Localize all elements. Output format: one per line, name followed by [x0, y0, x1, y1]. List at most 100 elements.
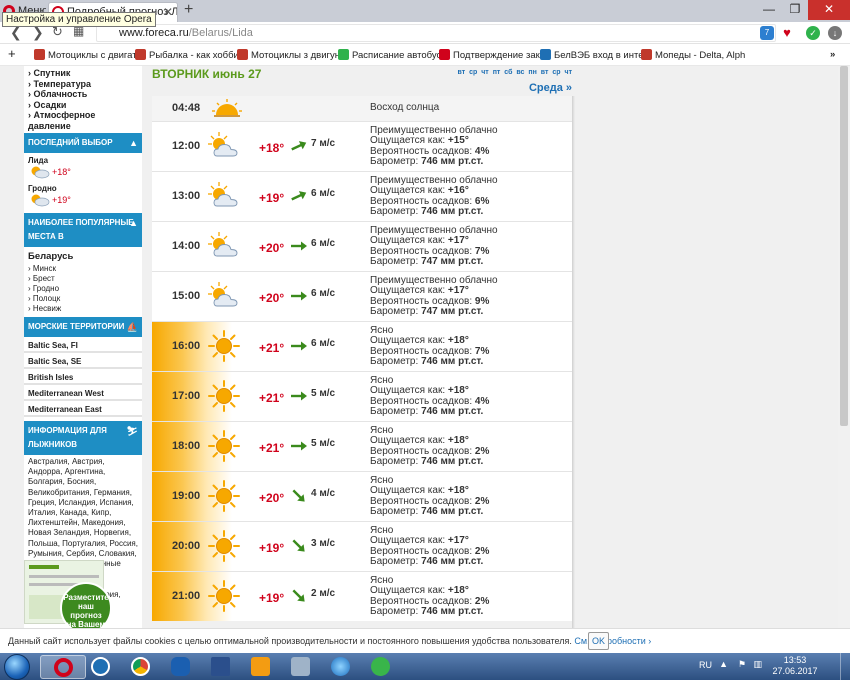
check-icon[interactable]: ✓ — [806, 26, 820, 40]
hour-wind: 3 м/с — [311, 538, 336, 549]
hour-wind: 7 м/с — [311, 138, 336, 149]
network-icon[interactable]: ▥ — [753, 659, 762, 670]
flag-icon[interactable]: ⚑ — [738, 659, 746, 670]
hour-time: 13:00 — [172, 190, 201, 202]
promo-widget[interactable]: Разместите наш прогноз на Вашем — [16, 560, 128, 628]
forecast-row: 14:00 +20° 6 м/с Преимущественно облачно Ощу… — [152, 221, 572, 271]
sea-item[interactable]: Mediterranean East — [24, 401, 142, 417]
next-day-link[interactable]: Среда » — [529, 82, 572, 94]
link-precip[interactable]: Осадки — [28, 100, 138, 111]
recent-city-row[interactable]: +18° — [24, 165, 142, 181]
day-link[interactable]: вт — [458, 69, 466, 76]
day-link[interactable]: чт — [481, 69, 489, 76]
sunrise-label: Восход солнца — [370, 102, 440, 113]
sea-item[interactable]: Mediterranean West — [24, 385, 142, 401]
sun-icon — [208, 380, 240, 412]
day-link[interactable]: пт — [493, 69, 501, 76]
url-field[interactable]: www.foreca.ru/Belarus/Lida — [96, 24, 776, 42]
close-window-button[interactable]: ✕ — [808, 0, 850, 20]
bookmark-item[interactable]: Мотоциклы с двигат — [34, 49, 137, 61]
day-link[interactable]: вт — [541, 69, 549, 76]
add-bookmark-icon[interactable]: + — [8, 46, 16, 61]
link-temperature[interactable]: Температура — [28, 79, 138, 90]
day-link[interactable]: вс — [516, 69, 524, 76]
day-link[interactable]: ср — [552, 69, 560, 76]
tray-arrow-icon[interactable]: ▲ — [719, 659, 728, 669]
scrollbar-thumb[interactable] — [840, 66, 848, 426]
link-clouds[interactable]: Облачность — [28, 89, 138, 100]
tab-close-icon[interactable]: ✕ — [163, 3, 173, 21]
vpn-badge-icon[interactable]: 7 — [760, 26, 774, 40]
moped-icon — [641, 49, 652, 60]
chrome-icon — [131, 657, 150, 676]
bookmark-label: Рыбалка - как хобби — [149, 50, 239, 61]
country-name[interactable]: Беларусь — [24, 247, 142, 264]
chevron-up-icon[interactable]: ▲ — [129, 216, 138, 230]
bookmark-item[interactable]: БелВЭБ вход в инте — [540, 49, 644, 61]
hour-details: Преимущественно облачно Ощущается как: +1… — [370, 275, 498, 317]
more-bookmarks-icon[interactable]: » — [830, 49, 835, 60]
app-icon — [291, 657, 310, 676]
bookmark-item[interactable]: Мопеды - Delta, Alph — [641, 49, 745, 61]
hour-temp: +19° — [259, 191, 285, 205]
partly-cloudy-icon — [208, 232, 238, 257]
restore-button[interactable]: ❐ — [782, 0, 808, 20]
ski-header: ИНФОРМАЦИЯ ДЛЯ ЛЫЖНИКОВ ⛷ — [24, 421, 142, 455]
baro-value: 746 мм рт.ст. — [421, 505, 484, 517]
sun-icon — [208, 480, 240, 512]
minimize-button[interactable]: — — [756, 0, 782, 20]
language-indicator[interactable]: RU — [699, 660, 712, 670]
clock[interactable]: 13:53 27.06.2017 — [770, 655, 820, 677]
chevron-up-icon[interactable]: ▲ — [129, 136, 138, 150]
city-link[interactable]: Минск — [28, 264, 138, 274]
page-scrollbar[interactable] — [838, 66, 850, 628]
hour-wind: 6 м/с — [311, 338, 336, 349]
baro-label: Барометр: — [370, 505, 419, 517]
promo-badge[interactable]: Разместите наш прогноз на Вашем — [60, 582, 112, 628]
forecast-row: 15:00 +20° 6 м/с Преимущественно облачно Ощу… — [152, 271, 572, 321]
clock-date: 27.06.2017 — [772, 666, 818, 676]
new-tab-button[interactable]: + — [184, 1, 193, 19]
baro-label: Барометр: — [370, 255, 419, 267]
hour-time: 19:00 — [172, 490, 201, 502]
heart-icon[interactable]: ♥ — [780, 26, 794, 40]
day-link[interactable]: пн — [528, 69, 536, 76]
partly-cloudy-icon — [208, 282, 238, 307]
baro-line: Барометр: 746 мм рт.ст. — [370, 356, 489, 367]
sea-item[interactable]: Baltic Sea, SE — [24, 353, 142, 369]
download-icon[interactable]: ↓ — [828, 26, 842, 40]
page-content: Спутник Температура Облачность Осадки Ат… — [0, 66, 838, 628]
bookmark-item[interactable]: Мотоциклы з двигун — [237, 49, 340, 61]
day-link[interactable]: чт — [565, 69, 573, 76]
hour-wind: 5 м/с — [311, 388, 336, 399]
link-pressure[interactable]: Атмосферное давление — [28, 110, 138, 131]
hour-time: 21:00 — [172, 590, 201, 602]
hour-details: Ясно Ощущается как: +18° Вероятность осадк… — [370, 425, 489, 467]
sea-item[interactable]: Baltic Sea, FI — [24, 337, 142, 353]
recent-city-name[interactable]: Лида — [24, 153, 142, 165]
city-link[interactable]: Гродно — [28, 284, 138, 294]
bookmark-item[interactable]: Расписание автобус — [338, 49, 441, 61]
cookie-details-link[interactable]: См. подробности › — [574, 636, 651, 646]
recent-city-name[interactable]: Гродно — [24, 181, 142, 193]
city-link[interactable]: Брест — [28, 274, 138, 284]
wind-arrow-icon — [291, 191, 307, 201]
day-link[interactable]: сб — [504, 69, 512, 76]
city-link[interactable]: Полоцк — [28, 294, 138, 304]
show-desktop-button[interactable] — [840, 653, 850, 680]
bookmark-item[interactable]: Рыбалка - как хобби — [135, 49, 239, 61]
popular-cities: Минск Брест Гродно Полоцк Несвиж — [24, 264, 142, 317]
taskbar-green-app[interactable] — [358, 655, 404, 679]
start-button[interactable] — [4, 654, 30, 680]
baro-value: 746 мм рт.ст. — [421, 155, 484, 167]
wind-arrow-icon — [291, 291, 307, 301]
cookie-ok-button[interactable]: OK — [588, 632, 609, 650]
link-satellite[interactable]: Спутник — [28, 68, 138, 79]
city-link[interactable]: Несвиж — [28, 304, 138, 314]
day-link[interactable]: ср — [469, 69, 477, 76]
bookmark-item[interactable]: Подтверждение зак — [439, 49, 540, 61]
recent-city-row[interactable]: +19° — [24, 193, 142, 209]
sea-item[interactable]: British Isles — [24, 369, 142, 385]
cookie-banner: Данный сайт использует файлы cookies с ц… — [0, 628, 850, 653]
bookmark-label: БелВЭБ вход в инте — [554, 50, 644, 61]
